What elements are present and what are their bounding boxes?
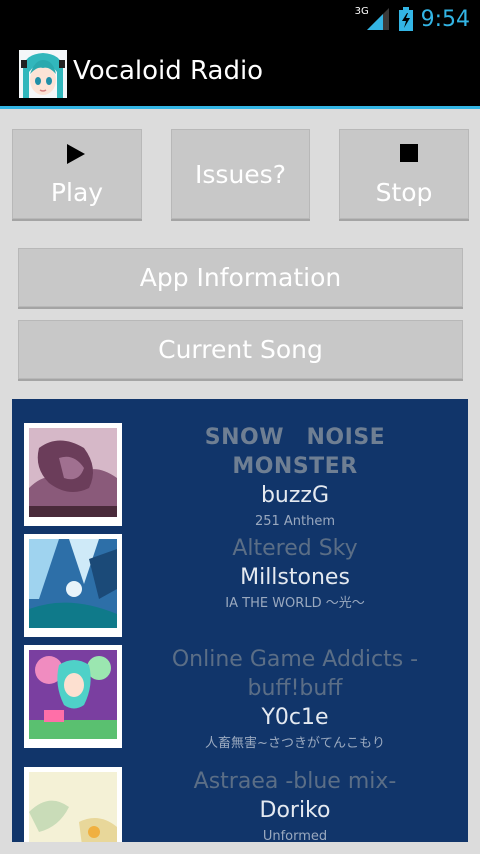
song-info: Astraea -blue mix- Doriko Unformed	[132, 767, 458, 842]
song-info: Altered Sky Millstones IA THE WORLD ～光～	[132, 534, 458, 614]
album-art-image	[29, 650, 117, 739]
song-info: SNOW NOISE MONSTER buzzG 251 Anthem	[132, 423, 458, 532]
song-title: Astraea -blue mix-	[193, 769, 397, 794]
album-art	[24, 534, 122, 637]
album-art-image	[29, 428, 117, 517]
song-info: Online Game Addicts - buff!buff Y0c1e 人畜…	[132, 645, 458, 754]
song-title: SNOW NOISE MONSTER	[204, 425, 408, 479]
status-icons: 3G 9:54	[355, 4, 470, 34]
song-artist: Millstones	[240, 565, 350, 590]
song-list[interactable]: SNOW NOISE MONSTER buzzG 251 Anthem Alte…	[12, 399, 468, 842]
issues-button[interactable]: Issues?	[171, 129, 310, 219]
album-art	[24, 645, 122, 748]
clock: 9:54	[420, 6, 470, 32]
app-title: Vocaloid Radio	[73, 56, 264, 86]
song-title: Altered Sky	[232, 536, 358, 561]
battery-icon	[398, 7, 413, 31]
song-album: 人畜無害~さつきがてんこもり	[205, 736, 385, 751]
album-art	[24, 767, 122, 842]
song-album: 251 Anthem	[254, 514, 336, 529]
album-art-image	[29, 772, 117, 842]
app-information-label: App Information	[139, 263, 342, 292]
song-artist: buzzG	[260, 483, 330, 508]
network-type-label: 3G	[354, 6, 369, 17]
status-bar: 3G 9:54	[0, 0, 480, 38]
action-bar: Vocaloid Radio	[0, 38, 480, 109]
stop-button[interactable]: Stop	[339, 129, 469, 219]
song-album: IA THE WORLD ～光～	[225, 596, 365, 611]
album-art	[24, 423, 122, 526]
stop-button-label: Stop	[375, 178, 433, 207]
app-logo-icon[interactable]	[19, 50, 67, 98]
signal-icon: 3G	[355, 6, 391, 32]
play-icon	[67, 144, 85, 164]
play-button-label: Play	[50, 178, 104, 207]
current-song-button[interactable]: Current Song	[18, 320, 463, 379]
song-title: Online Game Addicts - buff!buff	[171, 647, 419, 701]
stop-icon	[400, 144, 418, 162]
app-information-button[interactable]: App Information	[18, 248, 463, 307]
play-button[interactable]: Play	[12, 129, 142, 219]
song-album: Unformed	[262, 829, 328, 842]
issues-button-label: Issues?	[195, 160, 286, 189]
current-song-label: Current Song	[158, 335, 323, 364]
song-artist: Y0c1e	[261, 705, 329, 730]
album-art-image	[29, 539, 117, 628]
song-artist: Doriko	[259, 798, 331, 823]
